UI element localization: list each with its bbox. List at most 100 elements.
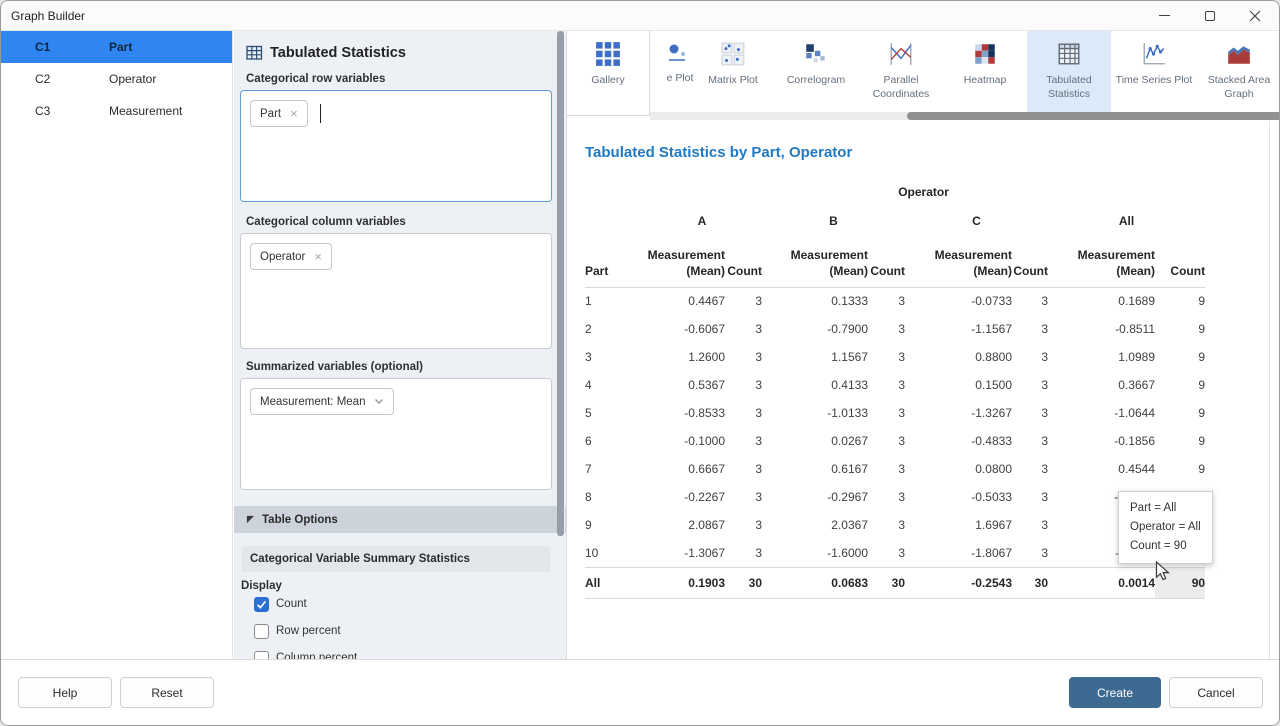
group-all: All [1048,205,1205,237]
table-row: 10-1.30673-1.60003-1.80673-1.57119 [585,539,1205,567]
checkbox-label: Column percent [276,652,357,659]
variable-chip-operator[interactable]: Operator × [250,243,332,270]
checkbox-column-percent[interactable]: Column percent [254,650,550,659]
row-variables-box[interactable]: Part × [240,90,552,202]
remove-chip-icon[interactable]: × [314,250,322,263]
value-cell: 0.6667 [642,455,725,483]
row-variables-label: Categorical row variables [246,73,550,85]
count-header: Count [725,237,762,287]
value-cell: -0.1856 [1048,427,1155,455]
tab-parallel-coordinates[interactable]: Parallel Coordinates [859,31,943,112]
tab-stacked-area-graph[interactable]: Stacked Area Graph [1196,31,1280,112]
tooltip-line: Count = 90 [1130,537,1201,556]
sidebar-item-part[interactable]: C1 Part [1,31,232,63]
tab-matrix-plot[interactable]: Matrix Plot [691,31,775,112]
table-options-expander[interactable]: Table Options [234,506,566,533]
table-row: 10.446730.13333-0.073330.16899 [585,287,1205,315]
time-series-icon [1141,41,1167,67]
value-cell: -0.4833 [905,427,1012,455]
summarized-variables-label: Summarized variables (optional) [246,361,550,373]
sidebar-item-measurement[interactable]: C3 Measurement [1,95,232,127]
tab-tabulated-statistics[interactable]: Tabulated Statistics [1027,31,1111,112]
value-cell: 9 [1155,399,1205,427]
checkbox-row-percent[interactable]: Row percent [254,623,550,639]
close-button[interactable] [1232,1,1277,30]
row-label-cell: 8 [585,483,642,511]
tab-correlogram[interactable]: Correlogram [774,31,858,112]
value-cell: 9 [1155,371,1205,399]
count-header: Count [1012,237,1048,287]
output-scrollbar-track[interactable] [1269,121,1270,659]
table-row: 8-0.22673-0.29673-0.50333-0.34229 [585,483,1205,511]
value-cell: 3 [1012,371,1048,399]
gallery-scrollbar[interactable] [650,112,1279,120]
row-label-cell: 9 [585,511,642,539]
value-cell: 0.1333 [762,287,868,315]
value-cell: 0.4544 [1048,455,1155,483]
value-cell: 1.6967 [905,511,1012,539]
sidebar-item-operator[interactable]: C2 Operator [1,63,232,95]
value-cell: 0.4133 [762,371,868,399]
value-cell: -1.6000 [762,539,868,567]
value-cell: -0.8511 [1048,315,1155,343]
value-cell: -1.0133 [762,399,868,427]
row-label-cell: 10 [585,539,642,567]
row-label-cell: 7 [585,455,642,483]
group-levels-row: A B C All [585,205,1205,237]
tab-time-series-plot[interactable]: Time Series Plot [1112,31,1196,112]
value-cell: 1.2600 [642,343,725,371]
tabulated-statistics-icon [1056,41,1082,67]
row-label-cell: All [585,567,642,598]
value-cell: 3 [868,539,905,567]
value-cell: 2.0367 [762,511,868,539]
table-row: 2-0.60673-0.79003-1.15673-0.85119 [585,315,1205,343]
value-cell: 3 [1012,483,1048,511]
variable-chip-part[interactable]: Part × [250,100,308,127]
mouse-cursor [1155,561,1175,583]
count-header: Count [868,237,905,287]
value-cell: -1.3267 [905,399,1012,427]
tab-heatmap[interactable]: Heatmap [943,31,1027,112]
window-title: Graph Builder [11,9,85,23]
tab-label: e Plot [667,72,694,86]
value-cell: -0.2967 [762,483,868,511]
checkbox-checked-icon[interactable] [254,597,269,612]
tab-gallery[interactable]: Gallery [567,31,650,116]
tab-label: Stacked Area Graph [1196,74,1280,101]
scrollbar-thumb[interactable] [557,31,564,536]
value-cell: -1.3067 [642,539,725,567]
value-cell: 9 [1155,287,1205,315]
value-cell: 0.1500 [905,371,1012,399]
row-label-cell: 6 [585,427,642,455]
checkbox-unchecked-icon[interactable] [254,624,269,639]
minimize-button[interactable] [1142,1,1187,30]
cancel-button[interactable]: Cancel [1169,677,1263,708]
value-cell: 9 [1155,315,1205,343]
summarized-variables-box[interactable]: Measurement: Mean [240,378,552,490]
remove-chip-icon[interactable]: × [290,107,298,120]
tab-label: Correlogram [787,74,845,88]
value-cell: 0.0014 [1048,567,1155,598]
maximize-button[interactable] [1187,1,1232,30]
variable-chip-measurement-mean[interactable]: Measurement: Mean [250,388,394,415]
stacked-area-icon [1226,41,1252,67]
reset-button[interactable]: Reset [120,677,214,708]
value-cell: 1.1567 [762,343,868,371]
value-cell: -0.2267 [642,483,725,511]
checkbox-unchecked-icon[interactable] [254,651,269,660]
help-button[interactable]: Help [18,677,112,708]
builder-scrollbar[interactable] [557,31,565,659]
column-variables-box[interactable]: Operator × [240,233,552,349]
value-cell: 3 [725,399,762,427]
value-cell: 3 [1012,343,1048,371]
column-name: Operator [109,72,156,86]
value-cell: -1.0644 [1048,399,1155,427]
scrollbar-thumb[interactable] [907,112,1280,120]
mean-header: Measurement(Mean) [642,237,725,287]
tab-label: Heatmap [964,74,1007,88]
mean-header: Measurement(Mean) [762,237,868,287]
checkbox-count[interactable]: Count [254,596,550,612]
value-cell: 3 [868,483,905,511]
create-button[interactable]: Create [1069,677,1161,708]
value-cell: 3 [725,539,762,567]
